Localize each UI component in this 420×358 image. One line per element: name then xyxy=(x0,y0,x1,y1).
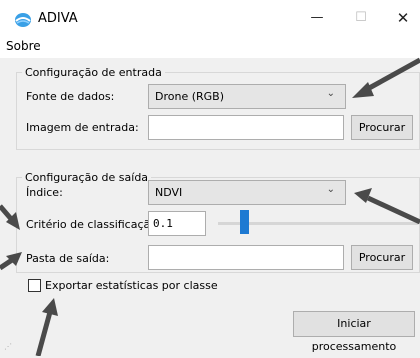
arrow-line xyxy=(0,257,14,271)
arrow-line xyxy=(35,311,53,356)
annotation-arrows xyxy=(0,57,420,356)
arrowhead-icon xyxy=(42,298,58,316)
arrow-line xyxy=(366,195,420,225)
arrow-line xyxy=(360,57,420,95)
size-grip-icon: ⋰ xyxy=(4,342,12,351)
